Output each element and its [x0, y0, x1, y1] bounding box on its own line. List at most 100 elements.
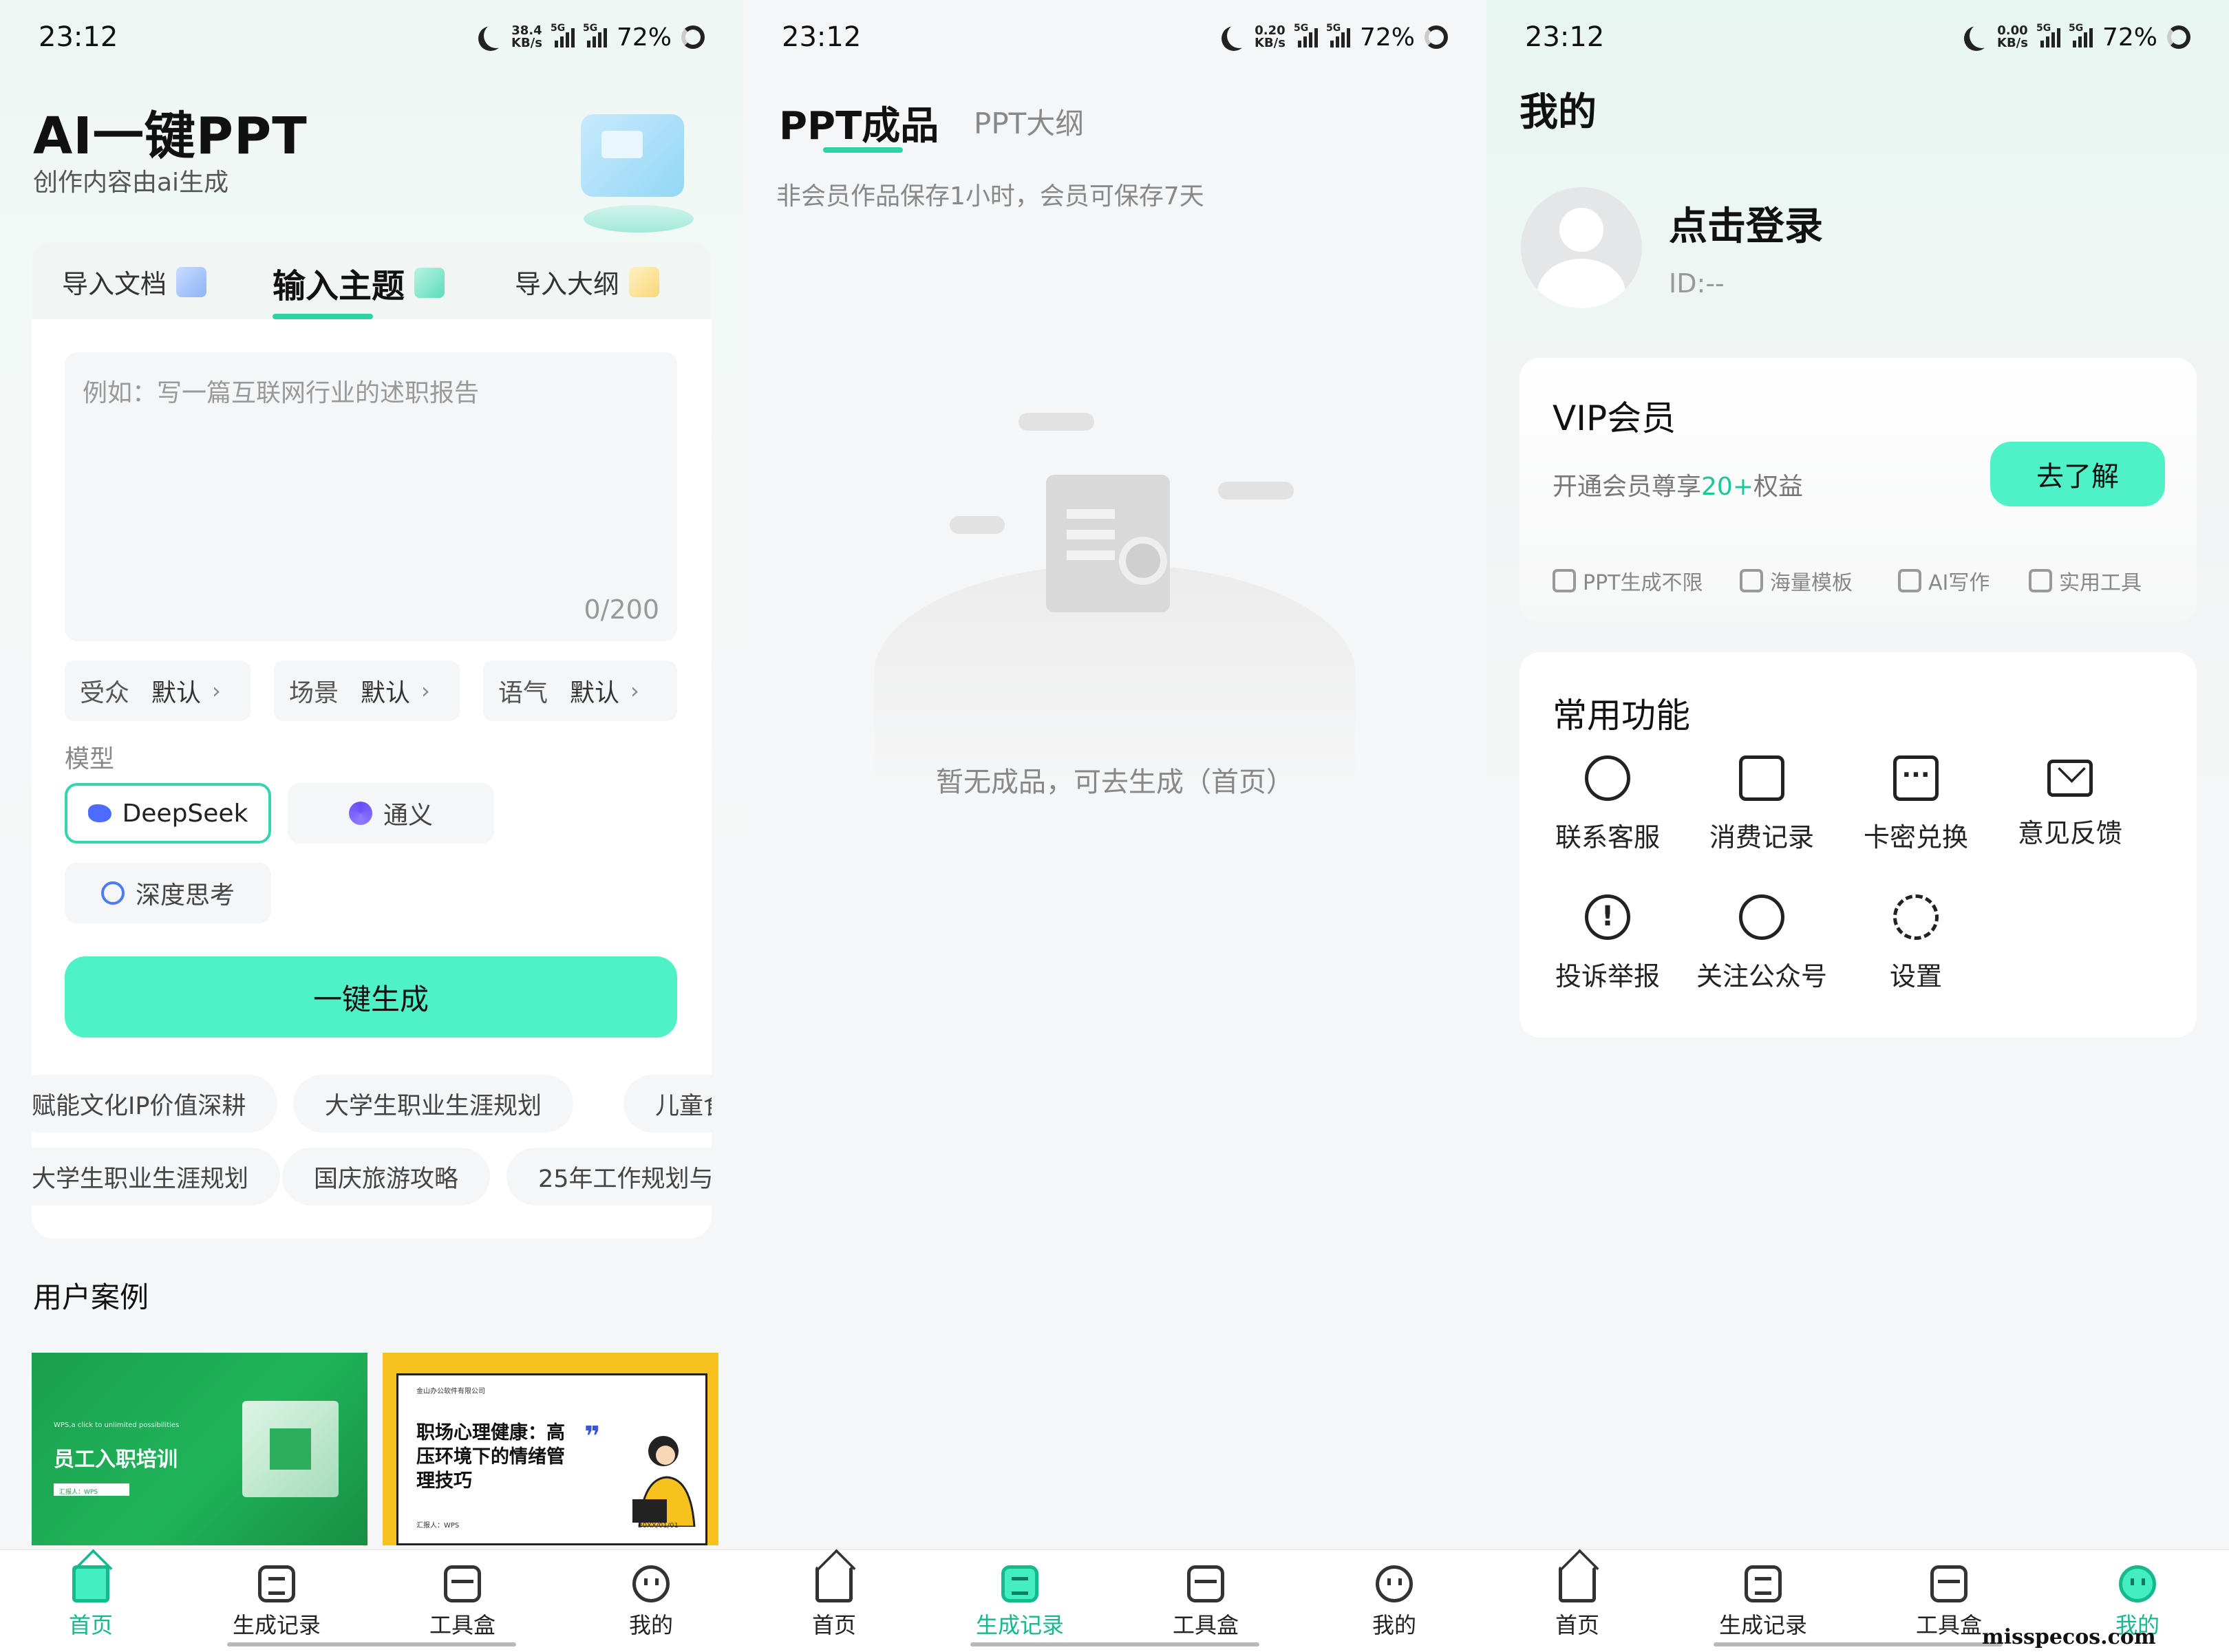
tab-input-topic[interactable]: 输入主题 — [273, 259, 445, 307]
chat-icon — [1585, 755, 1630, 801]
tone-select[interactable]: 语气 默认 › — [483, 661, 677, 721]
face-icon — [632, 1565, 670, 1602]
chevron-right-icon: › — [421, 678, 430, 704]
face-icon — [2119, 1565, 2156, 1602]
nav-home[interactable]: 首页 — [1529, 1565, 1625, 1640]
tools-icon — [2029, 569, 2052, 592]
settings[interactable]: 设置 — [1847, 894, 1985, 993]
card-redeem[interactable]: 卡密兑换 — [1847, 755, 1985, 854]
vip-card: VIP会员 开通会员尊享20+权益 去了解 PPT生成不限 海量模板 AI写作 … — [1519, 358, 2197, 622]
battery-icon — [2167, 25, 2190, 49]
status-bar: 23:12 0.00 KB/s 5G 5G 72% — [1525, 17, 2190, 58]
document-icon — [1745, 1565, 1782, 1602]
tab-import-outline[interactable]: 导入大纲 — [515, 263, 660, 301]
quote-icon: ❞ — [584, 1421, 601, 1452]
user-id: ID:-- — [1669, 268, 1725, 299]
status-time: 23:12 — [1525, 21, 1605, 53]
battery-icon — [1425, 25, 1448, 49]
write-icon — [1898, 569, 1921, 592]
network-speed: 0.20 KB/s — [1255, 23, 1286, 50]
wechat-icon — [1739, 894, 1784, 940]
gear-icon — [1893, 894, 1939, 940]
tongyi-icon — [348, 802, 372, 825]
nav-home[interactable]: 首页 — [43, 1565, 139, 1640]
empty-state-text: 暂无成品，可去生成（首页） — [936, 766, 1294, 798]
signal-icon: 5G — [2069, 23, 2093, 47]
home-screen: 23:12 38.4 KB/s 5G 5G 72% AI一键PPT 创作内容由ai… — [0, 0, 743, 1652]
nav-home[interactable]: 首页 — [786, 1565, 882, 1640]
model-tongyi[interactable]: 通义 — [288, 783, 494, 844]
audience-select[interactable]: 受众 默认 › — [65, 661, 250, 721]
toolbox-icon — [444, 1565, 481, 1602]
tab-ppt-products[interactable]: PPT成品 — [779, 95, 939, 151]
face-icon — [1376, 1565, 1413, 1602]
network-speed: 38.4 KB/s — [511, 23, 542, 50]
feedback[interactable]: 意见反馈 — [2001, 755, 2139, 850]
avatar[interactable] — [1521, 187, 1642, 308]
deepseek-icon — [87, 804, 111, 822]
login-link[interactable]: 点击登录 — [1669, 195, 1823, 251]
char-counter: 0/200 — [584, 594, 659, 625]
mail-icon — [2047, 760, 2093, 797]
suggestion-chip[interactable]: 大学生职业生涯规划 — [293, 1075, 574, 1133]
suggestion-row: 大学生职业生涯规划 国庆旅游攻略 25年工作规划与 — [32, 1148, 712, 1205]
generate-button[interactable]: 一键生成 — [65, 956, 677, 1038]
nav-records[interactable]: 生成记录 — [972, 1565, 1068, 1640]
nav-records[interactable]: 生成记录 — [1715, 1565, 1811, 1640]
active-tab-indicator — [823, 147, 903, 153]
magnifier-icon — [1119, 537, 1167, 585]
suggestion-chip[interactable]: 儿童食品 — [623, 1075, 712, 1133]
document-icon — [176, 266, 207, 297]
ppt-icon — [1553, 569, 1576, 592]
status-bar: 23:12 0.20 KB/s 5G 5G 72% — [782, 17, 1448, 58]
case-card-mental-health[interactable]: 金山办公软件有限公司 职场心理健康：高压环境下的情绪管理技巧 ❞ 汇报人：WPS… — [383, 1353, 718, 1545]
home-icon — [815, 1565, 853, 1602]
consumption-records[interactable]: 消费记录 — [1693, 755, 1831, 854]
vip-subtitle: 开通会员尊享20+权益 — [1553, 473, 1804, 501]
nav-mine[interactable]: 我的 — [1346, 1565, 1442, 1640]
nav-toolbox[interactable]: 工具盒 — [1158, 1565, 1254, 1640]
case-card-onboarding[interactable]: WPS,a click to unlimited possibilities 员… — [32, 1353, 367, 1545]
document-icon — [258, 1565, 295, 1602]
model-deepseek[interactable]: DeepSeek — [65, 783, 271, 844]
outline-icon — [629, 266, 660, 297]
suggestion-chip[interactable]: 赋能文化IP价值深耕 — [32, 1075, 278, 1133]
tab-import-document[interactable]: 导入文档 — [62, 263, 207, 301]
perk-ai-writing: AI写作 — [1898, 566, 1990, 596]
home-indicator — [970, 1642, 1259, 1646]
nav-toolbox[interactable]: 工具盒 — [414, 1565, 511, 1640]
home-indicator — [1714, 1642, 2003, 1646]
scene-select[interactable]: 场景 默认 › — [274, 661, 460, 721]
report-complaint[interactable]: 投诉举报 — [1539, 894, 1676, 993]
suggestion-chip[interactable]: 国庆旅游攻略 — [282, 1148, 491, 1205]
perk-ppt-unlimited: PPT生成不限 — [1553, 566, 1703, 596]
chevron-right-icon: › — [212, 678, 221, 704]
battery-level: 72% — [616, 23, 672, 52]
suggestion-row: 赋能文化IP价值深耕 大学生职业生涯规划 儿童食品 — [32, 1075, 712, 1133]
signal-icon: 5G — [1294, 23, 1318, 47]
monitor-illustration-icon — [564, 109, 702, 239]
vip-learn-more-button[interactable]: 去了解 — [1990, 442, 2165, 506]
network-speed: 0.00 KB/s — [1997, 23, 2028, 50]
nav-mine[interactable]: 我的 — [603, 1565, 699, 1640]
topic-input[interactable]: 例如：写一篇互联网行业的述职报告 0/200 — [65, 352, 677, 641]
chevron-right-icon: › — [630, 678, 639, 704]
status-time: 23:12 — [39, 21, 118, 53]
page-subtitle: 创作内容由ai生成 — [33, 169, 229, 197]
nav-records[interactable]: 生成记录 — [228, 1565, 325, 1640]
records-screen: 23:12 0.20 KB/s 5G 5G 72% PPT成品 PPT大纲 非会员… — [743, 0, 1486, 1652]
signal-icon: 5G — [1326, 23, 1350, 47]
card-icon — [1893, 755, 1939, 801]
contact-support[interactable]: 联系客服 — [1539, 755, 1676, 854]
deep-think-toggle[interactable]: 深度思考 — [65, 863, 271, 923]
suggestion-chip[interactable]: 大学生职业生涯规划 — [32, 1148, 281, 1205]
page-title: AI一键PPT — [33, 107, 308, 166]
common-functions-card: 常用功能 联系客服 消费记录 卡密兑换 意见反馈 投诉举报 关注公众号 设置 — [1519, 652, 2197, 1038]
template-icon — [1740, 569, 1763, 592]
illustration-icon — [632, 1436, 696, 1527]
follow-official-account[interactable]: 关注公众号 — [1693, 894, 1831, 993]
retention-note: 非会员作品保存1小时，会员可保存7天 — [776, 182, 1204, 211]
suggestion-chip[interactable]: 25年工作规划与 — [506, 1148, 712, 1205]
status-bar: 23:12 38.4 KB/s 5G 5G 72% — [39, 17, 705, 58]
tab-ppt-outline[interactable]: PPT大纲 — [974, 100, 1084, 142]
